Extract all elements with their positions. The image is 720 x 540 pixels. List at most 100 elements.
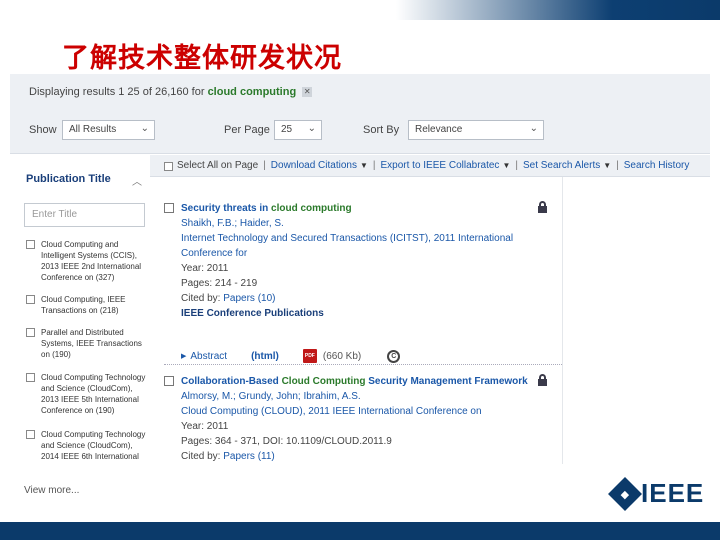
filter-sidebar: Publication Title ︿ Enter Title Cloud Co… <box>10 155 150 464</box>
result-title-link[interactable]: Security threats in cloud computing <box>181 201 541 216</box>
triangle-right-icon: ▶ <box>181 353 187 360</box>
publication-title-heading[interactable]: Publication Title <box>26 173 111 185</box>
download-citations-label: Download Citations <box>270 160 357 171</box>
facet-item[interactable]: Cloud Computing, IEEE Transactions on (2… <box>26 294 146 316</box>
chevron-down-icon: ⌄ <box>529 123 538 134</box>
result-pages: Pages: 214 - 219 <box>181 278 258 289</box>
facet-label: Cloud Computing and Intelligent Systems … <box>41 240 142 282</box>
result-item: Collaboration-Based Cloud Computing Secu… <box>164 374 547 464</box>
cited-papers-link[interactable]: Papers (10) <box>223 293 275 304</box>
content-border <box>562 177 563 464</box>
ieee-logo-text: IEEE <box>641 478 705 508</box>
result-venue[interactable]: Cloud Computing (CLOUD), 2011 IEEE Inter… <box>181 404 541 419</box>
results-summary: Displaying results 1 25 of 26,160 for cl… <box>29 86 313 98</box>
result-year: Year: 2011 <box>181 421 229 432</box>
facet-item[interactable]: Parallel and Distributed Systems, IEEE T… <box>26 327 146 360</box>
search-history-link[interactable]: Search History <box>619 160 695 171</box>
top-banner <box>0 0 720 20</box>
abstract-toggle[interactable]: ▶ Abstract <box>181 351 227 362</box>
download-citations-menu[interactable]: Download Citations ▼ <box>266 160 373 171</box>
facet-label: Cloud Computing Technology and Science (… <box>41 373 146 415</box>
lock-icon <box>538 374 547 386</box>
caret-down-icon: ▼ <box>502 161 511 170</box>
search-results-screenshot: Displaying results 1 25 of 26,160 for cl… <box>10 74 710 464</box>
result-title-highlight: cloud computing <box>271 203 352 214</box>
result-title-highlight: Cloud Computing <box>281 376 366 387</box>
title-filter-input[interactable]: Enter Title <box>24 203 145 227</box>
search-alerts-menu[interactable]: Set Search Alerts ▼ <box>518 160 616 171</box>
export-collabratec-label: Export to IEEE Collabratec <box>380 160 500 171</box>
facet-checkbox[interactable] <box>26 430 35 439</box>
pdf-icon[interactable]: PDF <box>302 349 317 363</box>
select-all-label: Select All on Page <box>177 160 259 171</box>
top-banner-gradient <box>0 0 720 20</box>
select-all-checkbox[interactable] <box>164 161 173 171</box>
per-page-select[interactable]: 25 ⌄ <box>274 120 322 140</box>
search-alerts-label: Set Search Alerts <box>522 160 601 171</box>
search-history-label: Search History <box>623 160 690 171</box>
result-title-text: Collaboration-Based <box>181 376 282 387</box>
caret-down-icon: ▼ <box>359 161 368 170</box>
chevron-up-icon[interactable]: ︿ <box>132 173 142 188</box>
facet-label: Cloud Computing, IEEE Transactions on (2… <box>41 295 126 315</box>
facet-item[interactable]: Cloud Computing Technology and Science (… <box>26 429 146 464</box>
facet-label: Cloud Computing Technology and Science (… <box>41 430 146 464</box>
show-select-value: All Results <box>69 124 117 135</box>
result-checkbox[interactable] <box>164 376 174 386</box>
per-page-label: Per Page <box>224 124 270 136</box>
result-cited: Cited by: Papers (11) <box>181 449 541 464</box>
bottom-banner <box>0 522 720 540</box>
result-actions: ▶ Abstract (html) PDF (660 Kb) C <box>181 349 541 363</box>
result-body: Collaboration-Based Cloud Computing Secu… <box>181 374 541 464</box>
show-label: Show <box>29 124 57 136</box>
result-venue[interactable]: Internet Technology and Secured Transact… <box>181 231 541 261</box>
results-header: Displaying results 1 25 of 26,160 for cl… <box>10 74 710 154</box>
results-count-text: Displaying results 1 25 of 26,160 for <box>29 86 205 98</box>
result-item: Security threats in cloud computing Shai… <box>164 201 547 363</box>
result-checkbox[interactable] <box>164 203 174 213</box>
results-toolbar: Select All on Page | Download Citations ▼… <box>150 155 710 177</box>
result-authors[interactable]: Shaikh, F.B.; Haider, S. <box>181 216 541 231</box>
caret-down-icon: ▼ <box>603 161 612 170</box>
slide-title: 了解技术整体研发状况 <box>62 43 342 74</box>
chevron-down-icon: ⌄ <box>140 123 149 134</box>
lock-icon <box>538 201 547 213</box>
facet-checkbox[interactable] <box>26 295 35 304</box>
cited-prefix: Cited by: <box>181 451 224 462</box>
ieee-diamond-icon: ◆ <box>608 476 642 511</box>
result-pages: Pages: 364 - 371, DOI: 10.1109/CLOUD.201… <box>181 436 392 447</box>
facet-item[interactable]: Cloud Computing and Intelligent Systems … <box>26 239 146 283</box>
per-page-value: 25 <box>281 124 293 135</box>
result-divider <box>164 364 562 365</box>
copyright-icon[interactable]: C <box>387 349 401 363</box>
sort-value: Relevance <box>415 124 463 135</box>
view-more-link[interactable]: View more... <box>24 485 79 496</box>
ieee-logo: ◆ IEEE <box>608 476 705 511</box>
result-authors[interactable]: Almorsy, M.; Grundy, John; Ibrahim, A.S. <box>181 389 541 404</box>
chevron-down-icon: ⌄ <box>307 123 316 134</box>
show-select[interactable]: All Results ⌄ <box>62 120 155 140</box>
result-publisher[interactable]: IEEE Conference Publications <box>181 306 541 321</box>
cited-prefix: Cited by: <box>181 293 224 304</box>
query-text: cloud computing <box>207 86 297 98</box>
export-collabratec-menu[interactable]: Export to IEEE Collabratec ▼ <box>375 160 515 171</box>
cited-papers-link[interactable]: Papers (11) <box>223 451 275 462</box>
facet-checkbox[interactable] <box>26 373 35 382</box>
facet-checkbox[interactable] <box>26 328 35 337</box>
abstract-label: Abstract <box>190 350 228 362</box>
clear-query-icon[interactable]: ✕ <box>302 87 313 98</box>
sort-label: Sort By <box>363 124 400 136</box>
result-title-text: Security Management Framework <box>365 376 528 387</box>
pdf-size: (660 Kb) <box>322 350 362 362</box>
facet-checkbox[interactable] <box>26 240 35 249</box>
result-title-text: Security threats in <box>181 203 272 214</box>
facet-label: Parallel and Distributed Systems, IEEE T… <box>41 328 142 359</box>
sort-select[interactable]: Relevance ⌄ <box>408 120 544 140</box>
facet-item[interactable]: Cloud Computing Technology and Science (… <box>26 372 146 416</box>
result-cited: Cited by: Papers (10) <box>181 291 541 306</box>
result-title-link[interactable]: Collaboration-Based Cloud Computing Secu… <box>181 374 541 389</box>
result-year: Year: 2011 <box>181 263 229 274</box>
select-all-control[interactable]: Select All on Page <box>150 160 263 171</box>
result-body: Security threats in cloud computing Shai… <box>181 201 541 321</box>
html-link[interactable]: (html) <box>251 351 279 362</box>
